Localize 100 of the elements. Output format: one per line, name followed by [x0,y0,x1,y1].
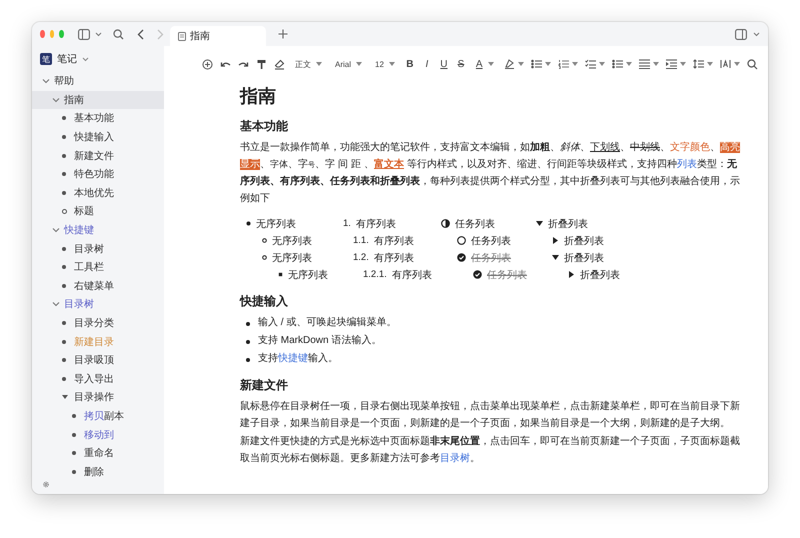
chevron-down-icon[interactable] [95,32,102,36]
chevron-icon[interactable] [52,226,60,234]
toggle-triangle-icon[interactable] [536,220,543,227]
list-number: 1.2.1. [363,269,387,280]
list-item-text: 折叠列表 [564,252,604,264]
bullet-icon [62,246,66,251]
eraser-icon[interactable] [274,58,285,70]
bullets-dropdown[interactable] [530,59,551,69]
link[interactable]: 目录树 [440,452,470,464]
checkbox[interactable] [441,219,450,228]
section-heading: 新建文件 [240,377,289,394]
list-item-text: 任务列表 [471,234,511,248]
bullet-icon [246,340,250,344]
sidebar-item[interactable]: 特色功能 [32,164,164,184]
section-heading: 基本功能 [240,118,289,135]
sidebar-item[interactable]: 导入导出 [32,370,164,388]
sidebar-item[interactable]: 本地优先 [32,184,164,202]
toggle-triangle-icon[interactable] [552,254,559,261]
sidebar-item[interactable]: 拷贝副本 [32,406,164,426]
sidebar-item[interactable]: 删除 [32,462,164,482]
add-circle-icon[interactable] [202,58,213,70]
sidebar-item[interactable]: 标题 [32,202,164,221]
sidebar-item[interactable]: 移动到 [32,425,164,444]
sidebar-item[interactable]: 快捷键 [32,220,164,240]
list-item-text: 有序列表 [356,218,396,230]
panel-toggle-icon[interactable] [735,28,747,40]
link[interactable]: 快捷键 [278,352,308,364]
settings-icon[interactable] [41,481,51,488]
bullet-icon [62,321,66,326]
checkbox[interactable] [473,270,482,279]
tasks-dropdown[interactable] [584,59,605,69]
link[interactable]: 列表 [676,158,697,170]
close-button[interactable] [40,30,45,38]
section-heading: 快捷输入 [240,293,289,310]
chevron-icon[interactable] [52,96,60,104]
align-dropdown[interactable] [638,59,659,69]
checkbox[interactable] [457,236,466,245]
indent-dropdown[interactable] [666,59,686,69]
chevron-down-icon[interactable] [82,56,89,62]
list-number: 1. [343,218,351,229]
chevron-icon[interactable] [42,77,50,86]
list-dropdown[interactable] [612,59,632,69]
caret-icon [706,62,713,66]
sidebar-item[interactable]: 帮助 [32,72,164,91]
search-icon[interactable] [746,58,758,70]
sidebar-item[interactable]: 基本功能 [32,109,164,128]
lineheight-icon [692,59,704,69]
triangle-icon[interactable] [62,394,68,400]
sidebar-item[interactable]: 右键菜单 [32,276,164,296]
format-button[interactable]: S [456,58,466,70]
text-color-button[interactable]: A [476,58,494,70]
highlight-dropdown[interactable] [504,59,524,69]
sidebar-item[interactable]: 目录树 [32,295,164,314]
checkbox[interactable] [457,253,466,262]
toggle-triangle-icon[interactable] [552,237,559,244]
spacing-dropdown[interactable] [720,59,740,69]
sidebar-item[interactable]: 快捷输入 [32,128,164,146]
list-item-text: 任务列表 [455,218,495,230]
search-icon[interactable] [113,28,124,40]
sidebar-item[interactable]: 目录分类 [32,314,164,332]
caret-icon [652,62,659,66]
sidebar-item[interactable]: 指南 [32,90,164,110]
sidebar-item[interactable]: 目录操作 [32,388,164,407]
bullet-icon [62,154,66,158]
chevron-down-icon[interactable] [753,32,760,36]
lineheight-dropdown[interactable] [692,59,713,69]
dropdown[interactable]: Arial [335,60,362,68]
tab[interactable]: 指南 [170,26,266,46]
sidebar-toggle-icon[interactable] [78,28,90,40]
dropdown[interactable]: 正文 [295,58,322,70]
sidebar-item[interactable]: 工具栏 [32,258,164,277]
bullet-icon [62,376,66,381]
caret-icon [488,62,494,66]
format-button[interactable]: U [438,58,449,70]
bullet-icon [62,172,66,176]
format-painter-icon[interactable] [256,58,267,70]
sidebar-item[interactable]: 重命名 [32,444,164,462]
chevron-icon[interactable] [52,300,60,308]
sidebar-item[interactable]: 目录树 [32,239,164,258]
list-item-text: 输入 / 或、可唤起块编辑菜单。 [258,316,396,330]
numbers-dropdown[interactable] [558,59,578,69]
list-item-text: 任务列表 [487,268,527,282]
format-button[interactable]: I [422,58,432,70]
dropdown[interactable]: 12 [375,60,395,68]
new-tab-plus-icon[interactable] [278,29,288,39]
bullet-icon [62,284,66,288]
format-button[interactable]: B [404,58,415,70]
highlight-icon [504,59,515,69]
caret-icon [356,62,362,66]
sidebar-item[interactable]: 新建文件 [32,146,164,165]
list-icon [612,59,623,69]
list-item-text: 有序列表 [392,268,432,282]
notebook-name[interactable]: 笔记 [57,52,77,66]
caret-icon [734,62,740,66]
numbers-icon [558,59,569,69]
bullet-icon [72,414,76,418]
list-item-text: 无序列表 [272,234,312,248]
sidebar-item[interactable]: 目录吸顶 [32,350,164,370]
toggle-triangle-icon[interactable] [568,271,575,278]
ring-bullet-icon [62,208,67,214]
